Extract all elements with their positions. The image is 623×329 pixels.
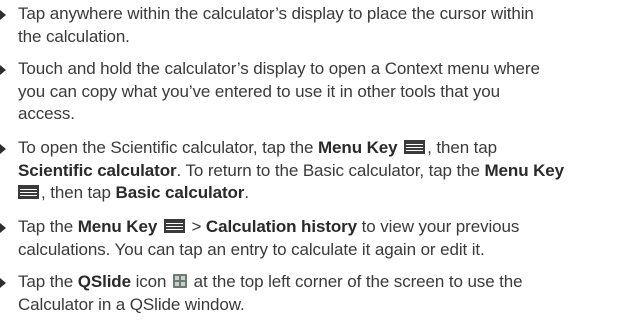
text-line: Tap the Menu Key > Calculation history t…	[18, 216, 615, 239]
text-line: , then tap Basic calculator.	[18, 182, 615, 205]
text-span: Tap the	[18, 272, 78, 291]
bullet-text: Touch and hold the calculator’s display …	[0, 58, 615, 126]
bullet-icon	[0, 65, 6, 75]
bullet-text: Tap anywhere within the calculator’s dis…	[0, 3, 615, 48]
text-line: Tap anywhere within the calculator’s dis…	[18, 4, 534, 23]
bullet-item-cursor: Tap anywhere within the calculator’s dis…	[0, 3, 615, 48]
bullet-icon	[0, 10, 6, 20]
text-line: To open the Scientific calculator, tap t…	[18, 137, 615, 160]
manual-page: Tap anywhere within the calculator’s dis…	[0, 0, 623, 329]
text-span: icon	[130, 272, 171, 291]
menu-key-label: Menu Key	[318, 138, 398, 157]
qslide-icon	[173, 274, 187, 288]
bullet-item-context-menu: Touch and hold the calculator’s display …	[0, 58, 615, 126]
text-line: Tap the QSlide icon at the top left corn…	[18, 271, 615, 294]
menu-key-icon	[18, 185, 39, 199]
bullet-icon	[0, 144, 6, 154]
text-span: at the top left corner of the screen to …	[189, 272, 523, 291]
text-span: Tap the	[18, 217, 78, 236]
bullet-icon	[0, 278, 6, 288]
bullet-text: Tap the Menu Key > Calculation history t…	[0, 216, 615, 261]
bullet-text: To open the Scientific calculator, tap t…	[0, 137, 615, 205]
text-span: .	[244, 183, 249, 202]
text-line: you can copy what you’ve entered to use …	[18, 81, 500, 101]
text-line: the calculation.	[18, 26, 130, 46]
text-span: , then tap	[427, 138, 498, 157]
basic-calculator-label: Basic calculator	[115, 183, 245, 202]
text-span: To open the Scientific calculator, tap t…	[18, 138, 318, 157]
text-line: Touch and hold the calculator’s display …	[18, 59, 540, 78]
text-line: Calculator in a QSlide window.	[18, 294, 245, 314]
text-span: to view your previous	[357, 217, 520, 236]
menu-key-icon	[163, 219, 185, 233]
calculation-history-label: Calculation history	[205, 217, 358, 236]
text-line: calculations. You can tap an entry to ca…	[18, 239, 485, 259]
scientific-calculator-label: Scientific calculator	[18, 160, 177, 180]
menu-key-label: Menu Key	[77, 217, 158, 236]
qslide-label: QSlide	[77, 272, 131, 291]
bullet-item-scientific: To open the Scientific calculator, tap t…	[0, 137, 615, 205]
menu-key-label: Menu Key	[484, 160, 565, 180]
bullet-item-qslide: Tap the QSlide icon at the top left corn…	[0, 271, 615, 316]
menu-key-icon	[404, 140, 426, 154]
bullet-icon	[0, 223, 6, 233]
bullet-text: Tap the QSlide icon at the top left corn…	[0, 271, 615, 316]
text-line: access.	[18, 104, 75, 123]
text-span: . To return to the Basic calculator, tap…	[176, 160, 485, 180]
bullet-item-history: Tap the Menu Key > Calculation history t…	[0, 216, 615, 261]
text-span: , then tap	[41, 183, 116, 202]
text-span: >	[186, 217, 206, 236]
text-line: Scientific calculator. To return to the …	[18, 160, 615, 183]
